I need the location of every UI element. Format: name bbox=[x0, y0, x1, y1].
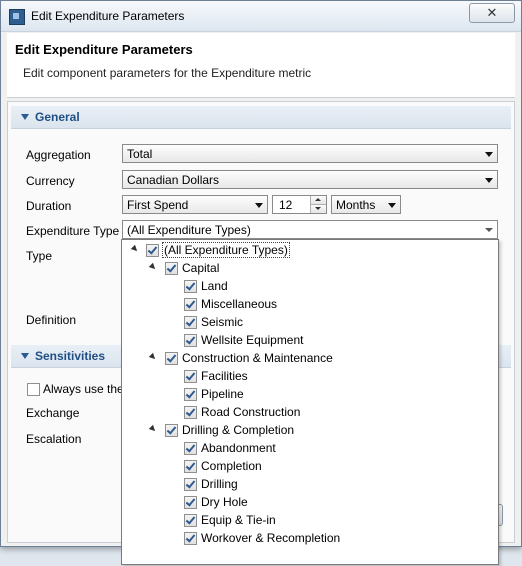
chevron-down-icon bbox=[255, 203, 263, 208]
tree-item-label: Workover & Recompletion bbox=[201, 531, 341, 545]
tree-item-checkbox[interactable] bbox=[184, 370, 197, 383]
aggregation-label: Aggregation bbox=[26, 148, 91, 162]
spin-up-icon[interactable] bbox=[310, 196, 326, 205]
collapse-icon bbox=[21, 114, 29, 120]
tree-item-checkbox[interactable] bbox=[184, 334, 197, 347]
tree-expander-icon[interactable] bbox=[148, 352, 158, 362]
tree-item-checkbox[interactable] bbox=[184, 298, 197, 311]
tree-item-label: Land bbox=[201, 279, 228, 293]
expenditure-type-label: Expenditure Type bbox=[26, 224, 120, 238]
collapse-icon bbox=[21, 353, 29, 359]
dialog-header: Edit Expenditure Parameters Edit compone… bbox=[7, 33, 515, 98]
dialog-subtitle: Edit component parameters for the Expend… bbox=[23, 66, 312, 80]
tree-item-checkbox[interactable] bbox=[184, 316, 197, 329]
tree-item-label: Capital bbox=[182, 261, 220, 275]
chevron-down-icon bbox=[485, 152, 493, 157]
tree-expander-icon[interactable] bbox=[130, 244, 140, 254]
tree-item[interactable]: Wellsite Equipment bbox=[122, 331, 498, 349]
aggregation-select[interactable]: Total bbox=[122, 144, 498, 163]
duration-number-spinner[interactable]: 12 bbox=[272, 195, 327, 214]
tree-item[interactable]: Seismic bbox=[122, 313, 498, 331]
chevron-down-icon[interactable] bbox=[481, 221, 497, 238]
tree-item[interactable]: Pipeline bbox=[122, 385, 498, 403]
tree-item-checkbox[interactable] bbox=[165, 352, 178, 365]
chevron-down-icon bbox=[485, 178, 493, 183]
tree-item[interactable]: (All Expenditure Types) bbox=[122, 241, 498, 259]
tree-item-label: Wellsite Equipment bbox=[201, 333, 304, 347]
tree-item[interactable]: Construction & Maintenance bbox=[122, 349, 498, 367]
duration-label: Duration bbox=[26, 199, 72, 213]
tree-item-label: Equip & Tie-in bbox=[201, 513, 276, 527]
tree-item[interactable]: Drilling & Completion bbox=[122, 421, 498, 439]
tree-item[interactable]: Capital bbox=[122, 259, 498, 277]
tree-item[interactable]: Road Construction bbox=[122, 403, 498, 421]
definition-label: Definition bbox=[26, 313, 77, 327]
duration-number-value: 12 bbox=[279, 198, 293, 212]
currency-value: Canadian Dollars bbox=[127, 173, 220, 187]
exchange-label: Exchange bbox=[26, 406, 80, 420]
tree-item-label: Miscellaneous bbox=[201, 297, 278, 311]
tree-item-checkbox[interactable] bbox=[184, 388, 197, 401]
tree-item[interactable]: Dry Hole bbox=[122, 493, 498, 511]
tree-item-label: Pipeline bbox=[201, 387, 244, 401]
tree-item-checkbox[interactable] bbox=[165, 424, 178, 437]
dialog-title: Edit Expenditure Parameters bbox=[15, 42, 193, 57]
tree-item-label: Dry Hole bbox=[201, 495, 248, 509]
aggregation-value: Total bbox=[127, 147, 153, 161]
tree-item-label: Drilling bbox=[201, 477, 238, 491]
tree-item-label: Completion bbox=[201, 459, 262, 473]
tree-item-checkbox[interactable] bbox=[184, 442, 197, 455]
general-section-label: General bbox=[35, 110, 80, 124]
app-icon bbox=[9, 9, 25, 25]
tree-item-checkbox[interactable] bbox=[184, 406, 197, 419]
general-section-header[interactable]: General bbox=[11, 106, 511, 129]
tree-item[interactable]: Miscellaneous bbox=[122, 295, 498, 313]
duration-start-select[interactable]: First Spend bbox=[122, 195, 268, 214]
tree-item[interactable]: Workover & Recompletion bbox=[122, 529, 498, 547]
tree-item[interactable]: Land bbox=[122, 277, 498, 295]
tree-item-label: (All Expenditure Types) bbox=[162, 242, 290, 258]
title-bar[interactable]: Edit Expenditure Parameters ✕ bbox=[1, 1, 521, 32]
expenditure-type-value: (All Expenditure Types) bbox=[127, 223, 251, 237]
tree-item[interactable]: Equip & Tie-in bbox=[122, 511, 498, 529]
tree-item-checkbox[interactable] bbox=[184, 496, 197, 509]
tree-item-checkbox[interactable] bbox=[184, 478, 197, 491]
window-title: Edit Expenditure Parameters bbox=[31, 9, 185, 23]
tree-item-checkbox[interactable] bbox=[165, 262, 178, 275]
always-use-label: Always use the bbox=[43, 382, 124, 396]
expenditure-type-combo[interactable]: (All Expenditure Types) bbox=[122, 220, 498, 239]
tree-item-checkbox[interactable] bbox=[184, 514, 197, 527]
sensitivities-section-label: Sensitivities bbox=[35, 349, 106, 363]
escalation-label: Escalation bbox=[26, 432, 82, 446]
duration-unit-value: Months bbox=[336, 198, 376, 212]
spin-down-icon[interactable] bbox=[310, 205, 326, 213]
tree-item[interactable]: Facilities bbox=[122, 367, 498, 385]
tree-expander-icon[interactable] bbox=[148, 424, 158, 434]
duration-unit-select[interactable]: Months bbox=[331, 195, 401, 214]
tree-expander-icon[interactable] bbox=[148, 262, 158, 272]
currency-select[interactable]: Canadian Dollars bbox=[122, 170, 498, 189]
tree-item-label: Facilities bbox=[201, 369, 248, 383]
currency-label: Currency bbox=[26, 174, 75, 188]
tree-item-label: Drilling & Completion bbox=[182, 423, 295, 437]
expenditure-type-dropdown: (All Expenditure Types) Capital Land Miscel… bbox=[121, 239, 499, 565]
tree-item-label: Seismic bbox=[201, 315, 244, 329]
tree-item-label: Construction & Maintenance bbox=[182, 351, 333, 365]
tree-item-label: Abandonment bbox=[201, 441, 276, 455]
close-button[interactable]: ✕ bbox=[469, 3, 515, 23]
tree-item-label: Road Construction bbox=[201, 405, 301, 419]
tree-item[interactable]: Completion bbox=[122, 457, 498, 475]
always-use-checkbox[interactable] bbox=[27, 383, 40, 396]
type-label: Type bbox=[26, 249, 53, 263]
tree-item-checkbox[interactable] bbox=[146, 244, 159, 257]
tree-item[interactable]: Abandonment bbox=[122, 439, 498, 457]
tree-item-checkbox[interactable] bbox=[184, 280, 197, 293]
tree-item-checkbox[interactable] bbox=[184, 460, 197, 473]
chevron-down-icon bbox=[388, 203, 396, 208]
tree-item-checkbox[interactable] bbox=[184, 532, 197, 545]
duration-start-value: First Spend bbox=[127, 198, 189, 212]
tree-item[interactable]: Drilling bbox=[122, 475, 498, 493]
